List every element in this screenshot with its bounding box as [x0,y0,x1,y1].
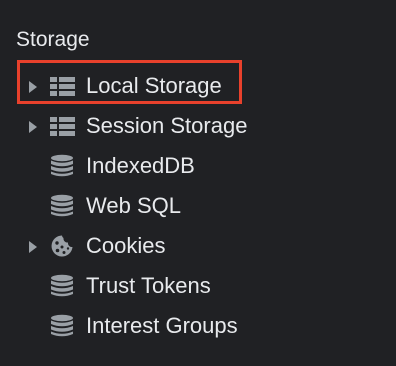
tree-item-label: Session Storage [86,113,248,138]
tree-item-label: Interest Groups [86,313,238,338]
tree-item-cookies[interactable]: Cookies [0,226,396,266]
database-icon [51,194,73,217]
tree-item-web-sql[interactable]: Web SQL [0,186,396,226]
tree-item-session-storage[interactable]: Session Storage [0,106,396,146]
storage-panel: Storage Local Storage Session Storage In… [0,0,396,366]
table-grid-icon [50,77,75,96]
tree-item-label: Web SQL [86,193,181,218]
tree-item-interest-groups[interactable]: Interest Groups [0,306,396,346]
database-icon [51,154,73,177]
table-grid-icon [50,117,75,136]
expand-arrow-icon[interactable] [27,240,39,254]
tree-item-trust-tokens[interactable]: Trust Tokens [0,266,396,306]
tree-item-label: Trust Tokens [86,273,211,298]
database-icon [51,274,73,297]
tree-item-label: IndexedDB [86,153,195,178]
storage-tree: Local Storage Session Storage IndexedDB … [0,66,396,346]
section-title: Storage [16,28,90,51]
tree-item-indexeddb[interactable]: IndexedDB [0,146,396,186]
tree-item-local-storage[interactable]: Local Storage [0,66,396,106]
cookie-icon [51,235,73,257]
database-icon [51,314,73,337]
expand-arrow-icon[interactable] [27,80,39,94]
expand-arrow-icon[interactable] [27,120,39,134]
tree-item-label: Local Storage [86,73,222,98]
tree-item-label: Cookies [86,233,166,258]
